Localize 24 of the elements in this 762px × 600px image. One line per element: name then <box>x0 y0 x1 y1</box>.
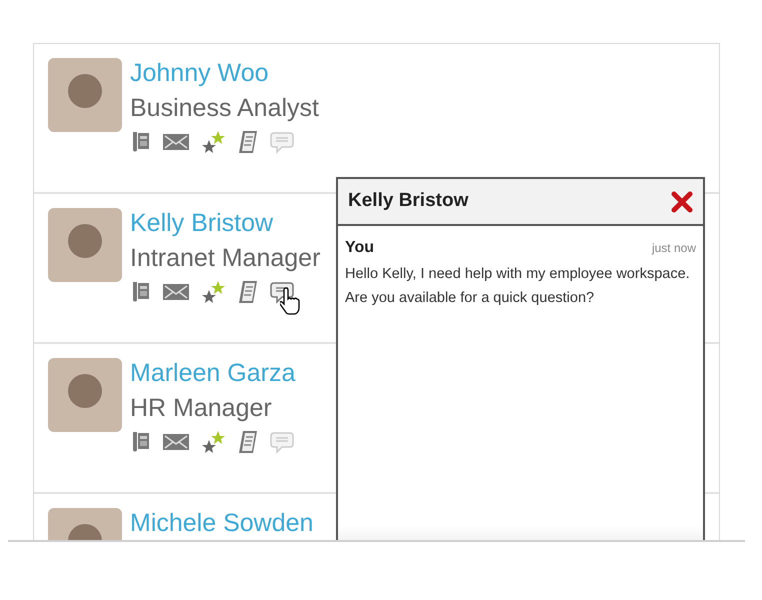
job-title: HR Manager <box>130 393 273 424</box>
person-name[interactable]: Johnny Woo <box>130 58 319 88</box>
person-name[interactable]: Kelly Bristow <box>130 208 320 238</box>
mail-icon[interactable] <box>163 434 189 450</box>
message-text: Hello Kelly, I need help with my employee workspace. Are you available for a quick question? <box>345 265 691 308</box>
message-time: just now <box>652 240 696 257</box>
mail-icon[interactable] <box>163 134 189 150</box>
chat-title: Kelly Bristow <box>348 189 468 214</box>
stars-icon[interactable] <box>200 280 226 304</box>
stars-icon[interactable] <box>200 430 226 454</box>
message-sender: You <box>345 238 374 258</box>
job-title: Intranet Manager <box>130 243 320 274</box>
document-icon[interactable] <box>237 430 259 454</box>
close-icon[interactable] <box>671 190 693 212</box>
stars-icon[interactable] <box>200 130 226 154</box>
phone-icon[interactable] <box>130 130 152 154</box>
document-icon[interactable] <box>237 280 259 304</box>
person-name[interactable]: Michele Sowden <box>130 508 314 538</box>
mail-icon[interactable] <box>163 284 189 300</box>
document-icon[interactable] <box>237 130 259 154</box>
phone-icon[interactable] <box>130 430 152 454</box>
phone-icon[interactable] <box>130 280 152 304</box>
job-title: Business Analyst <box>130 93 319 124</box>
person-name[interactable]: Marleen Garza <box>130 358 296 388</box>
